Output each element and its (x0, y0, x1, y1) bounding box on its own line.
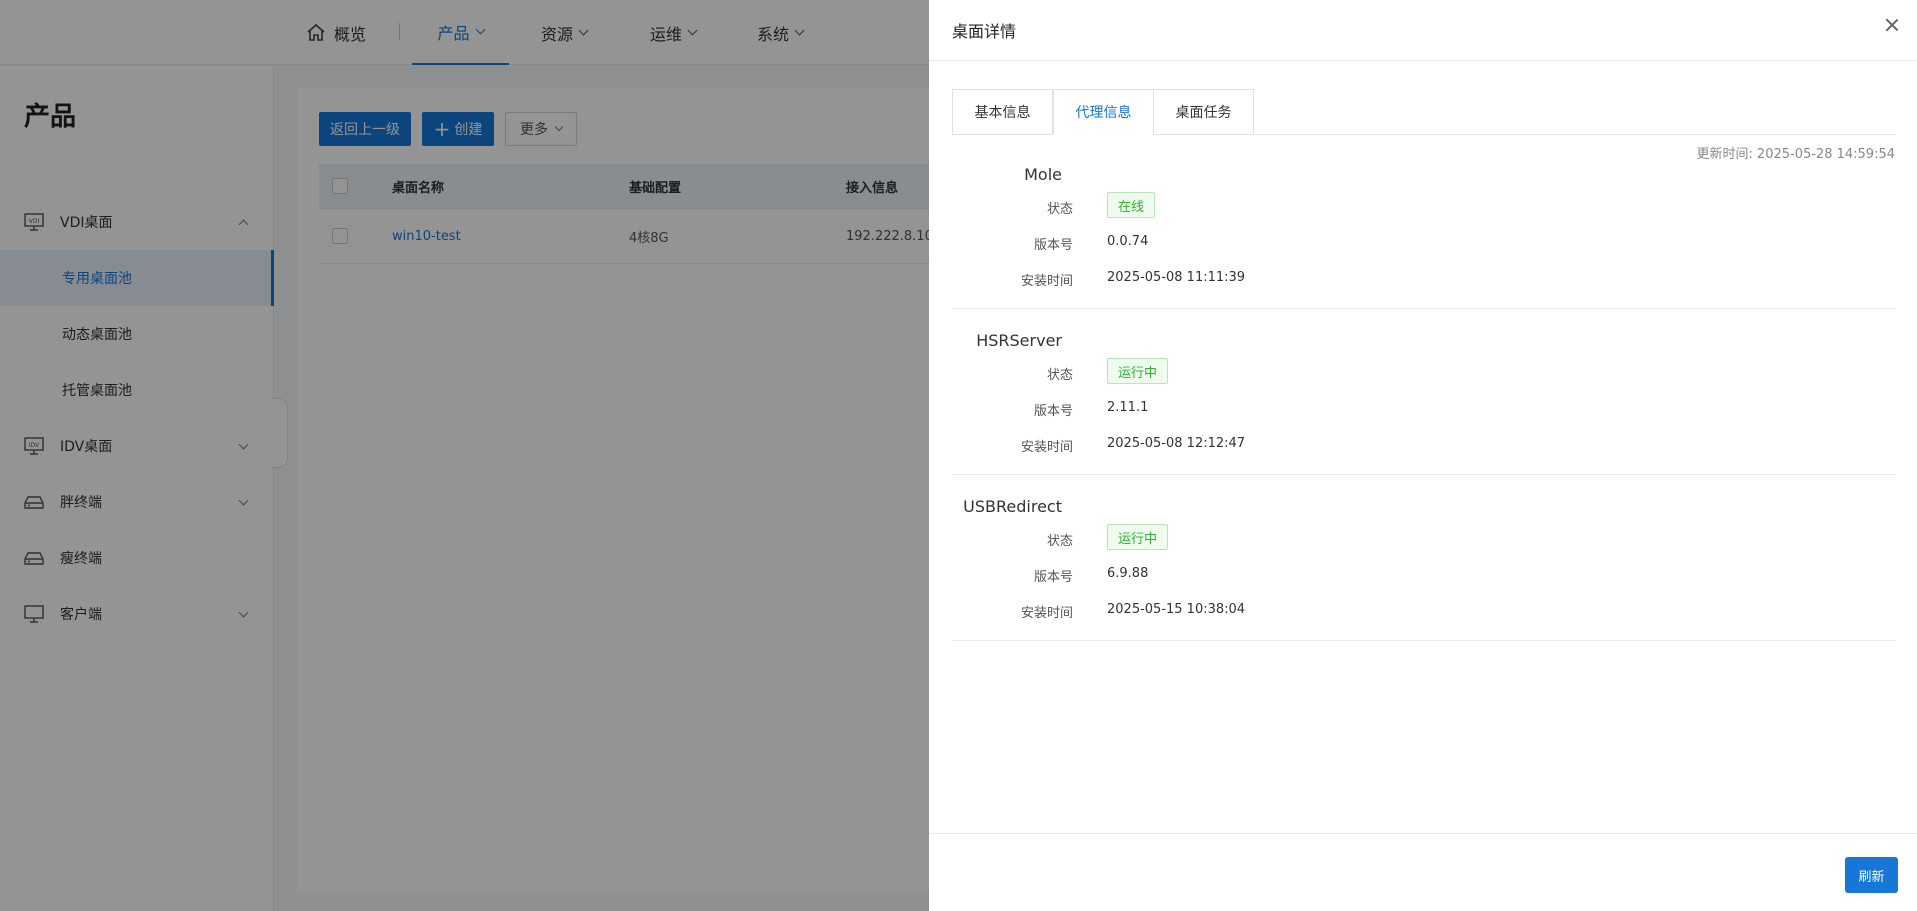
refresh-button[interactable]: 刷新 (1845, 857, 1898, 893)
tab-label: 桌面任务 (1175, 105, 1232, 121)
install-time-value: 2025-05-08 11:11:39 (1107, 270, 1246, 285)
agent-section-usbredirect: USBRedirect 状态 运行中 版本号 6.9.88 安装时间 2025-… (952, 475, 1896, 641)
status-label: 状态 (1046, 368, 1073, 383)
version-label: 版本号 (1033, 404, 1073, 419)
drawer-title: 桌面详情 (952, 22, 1017, 41)
install-time-label: 安装时间 (1020, 440, 1073, 455)
agent-section-hsrserver: HSRServer 状态 运行中 版本号 2.11.1 安装时间 2025-05… (952, 309, 1896, 475)
tab-label: 代理信息 (1075, 105, 1132, 121)
tab-label: 基本信息 (974, 105, 1031, 121)
version-label: 版本号 (1033, 570, 1073, 585)
status-badge: 运行中 (1107, 358, 1169, 384)
version-value: 2.11.1 (1107, 400, 1149, 415)
divider (929, 833, 1917, 834)
agent-name: HSRServer (976, 331, 1062, 350)
install-time-value: 2025-05-08 12:12:47 (1107, 436, 1246, 451)
version-label: 版本号 (1033, 238, 1073, 253)
install-time-label: 安装时间 (1020, 274, 1073, 289)
version-value: 0.0.74 (1107, 234, 1149, 249)
modal-mask[interactable] (0, 0, 929, 911)
status-label: 状态 (1046, 534, 1073, 549)
install-time-value: 2025-05-15 10:38:04 (1107, 602, 1246, 617)
status-badge: 在线 (1107, 192, 1156, 218)
install-time-label: 安装时间 (1020, 606, 1073, 621)
tab-basic-info[interactable]: 基本信息 (952, 89, 1053, 135)
desktop-detail-drawer: 桌面详情 基本信息 代理信息 桌面任务 更新时间: 2025-05-28 14:5… (929, 0, 1917, 911)
status-label: 状态 (1046, 202, 1073, 217)
close-icon[interactable] (1884, 17, 1900, 33)
agent-name: USBRedirect (963, 497, 1062, 516)
refresh-button-label: 刷新 (1858, 869, 1885, 885)
version-value: 6.9.88 (1107, 566, 1149, 581)
divider (929, 60, 1917, 61)
agent-section-mole: Mole 状态 在线 版本号 0.0.74 安装时间 2025-05-08 11… (952, 143, 1896, 309)
agent-name: Mole (1024, 165, 1062, 184)
status-badge: 运行中 (1107, 524, 1169, 550)
tab-agent-info[interactable]: 代理信息 (1053, 89, 1154, 135)
tab-desktop-tasks[interactable]: 桌面任务 (1153, 89, 1254, 135)
